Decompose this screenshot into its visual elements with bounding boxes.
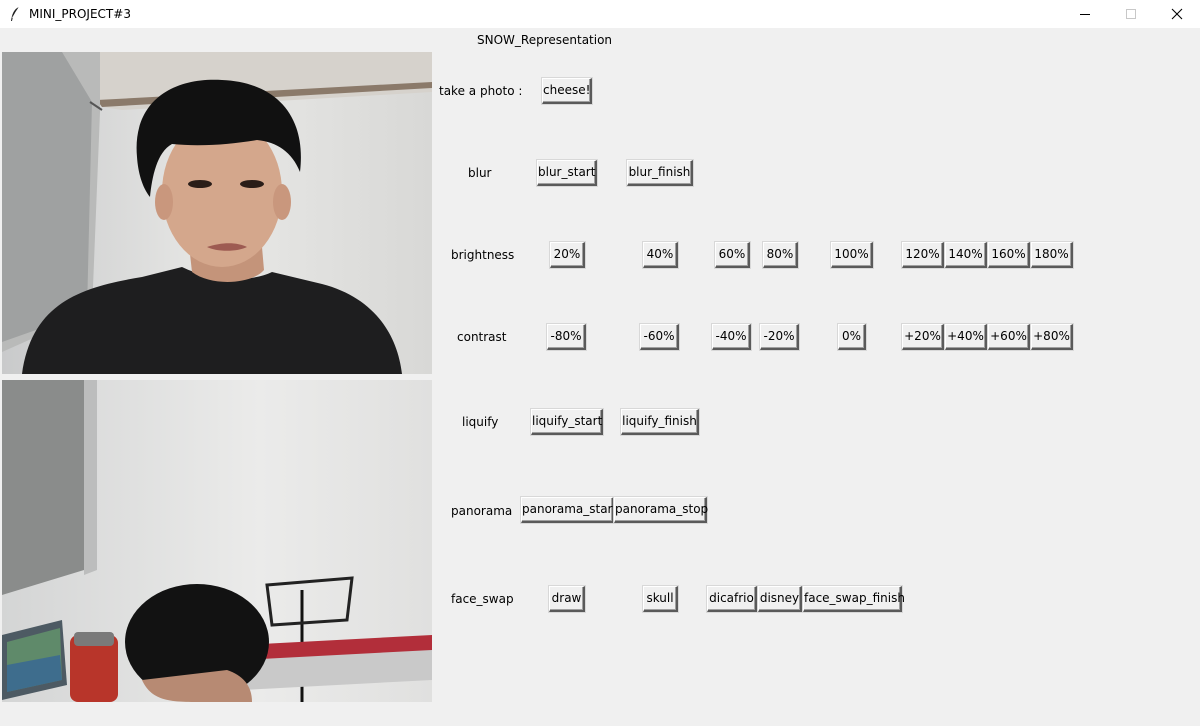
face-swap-disney-button[interactable]: disney <box>758 586 802 612</box>
liquify-start-button[interactable]: liquify_start <box>531 409 603 435</box>
blur-start-button[interactable]: blur_start <box>537 160 597 186</box>
app-window: MINI_PROJECT#3 SNOW_Representation take … <box>0 0 1200 726</box>
take-photo-label: take a photo : <box>439 84 523 98</box>
minimize-icon <box>1080 14 1090 15</box>
brightness-40-button[interactable]: 40% <box>643 242 678 268</box>
contrast-0-button[interactable]: 0% <box>838 324 866 350</box>
maximize-button[interactable] <box>1108 0 1154 28</box>
contrast-minus60-button[interactable]: -60% <box>640 324 679 350</box>
contrast-plus40-button[interactable]: +40% <box>945 324 987 350</box>
contrast-minus80-button[interactable]: -80% <box>547 324 586 350</box>
brightness-160-button[interactable]: 160% <box>988 242 1030 268</box>
window-title: MINI_PROJECT#3 <box>29 7 131 21</box>
blur-finish-button[interactable]: blur_finish <box>627 160 693 186</box>
contrast-plus80-button[interactable]: +80% <box>1031 324 1073 350</box>
camera-feed-top <box>2 52 432 374</box>
contrast-plus20-button[interactable]: +20% <box>902 324 944 350</box>
brightness-120-button[interactable]: 120% <box>902 242 944 268</box>
contrast-minus20-button[interactable]: -20% <box>760 324 799 350</box>
liquify-label: liquify <box>462 415 499 429</box>
panorama-stop-button[interactable]: panorama_stop <box>614 497 708 523</box>
face-swap-dicafrio-button[interactable]: dicafrio <box>707 586 757 612</box>
cheese-button[interactable]: cheese! <box>542 78 592 104</box>
brightness-80-button[interactable]: 80% <box>763 242 798 268</box>
panorama-start-button[interactable]: panorama_start <box>521 497 617 523</box>
panorama-label: panorama <box>451 504 513 518</box>
brightness-140-button[interactable]: 140% <box>945 242 987 268</box>
maximize-icon <box>1126 9 1136 19</box>
face-swap-finish-button[interactable]: face_swap_finish <box>803 586 905 612</box>
close-icon <box>1171 8 1183 20</box>
title-bar: MINI_PROJECT#3 <box>0 0 1200 28</box>
liquify-finish-button[interactable]: liquify_finish <box>621 409 699 435</box>
feather-icon <box>9 6 21 22</box>
face-swap-skull-button[interactable]: skull <box>643 586 678 612</box>
contrast-label: contrast <box>457 330 507 344</box>
face-swap-draw-button[interactable]: draw <box>549 586 585 612</box>
close-button[interactable] <box>1154 0 1200 28</box>
minimize-button[interactable] <box>1062 0 1108 28</box>
blur-label: blur <box>468 166 492 180</box>
face-swap-label: face_swap <box>451 592 514 606</box>
brightness-100-button[interactable]: 100% <box>831 242 873 268</box>
brightness-label: brightness <box>451 248 515 262</box>
contrast-plus60-button[interactable]: +60% <box>988 324 1030 350</box>
brightness-180-button[interactable]: 180% <box>1031 242 1073 268</box>
app-heading: SNOW_Representation <box>477 33 613 47</box>
camera-feed-bottom <box>2 380 432 702</box>
brightness-60-button[interactable]: 60% <box>715 242 750 268</box>
contrast-minus40-button[interactable]: -40% <box>712 324 751 350</box>
brightness-20-button[interactable]: 20% <box>550 242 585 268</box>
